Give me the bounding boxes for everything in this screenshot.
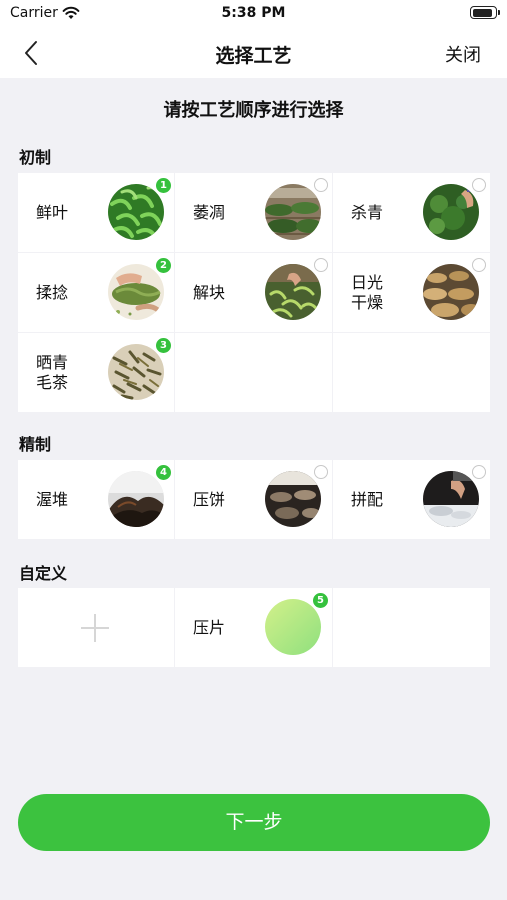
battery-icon (470, 6, 500, 19)
navigation-bar: 选择工艺 关闭 (0, 28, 507, 78)
clock: 5:38 PM (221, 5, 286, 21)
selection-order-badge: 3 (156, 338, 171, 353)
sun-drying-photo (423, 264, 479, 320)
process-item-fixing[interactable]: 杀青 (333, 173, 490, 252)
process-item-label: 渥堆 (36, 489, 69, 509)
empty-cell (175, 333, 332, 412)
pile-fermentation-photo (108, 471, 164, 527)
process-grid-refined: 渥堆 4 压饼 拼配 (18, 460, 490, 539)
process-item-sun-drying[interactable]: 日光干燥 (333, 253, 490, 332)
process-item-label: 杀青 (351, 202, 384, 222)
process-item-label: 晒青毛茶 (36, 352, 69, 392)
process-item-sun-dried-tea[interactable]: 晒青毛茶 3 (18, 333, 174, 412)
process-item-pile-fermentation[interactable]: 渥堆 4 (18, 460, 174, 539)
plus-icon (81, 614, 109, 642)
fresh-leaf-photo (108, 184, 164, 240)
process-item-label: 压饼 (193, 489, 226, 509)
process-item-label: 拼配 (351, 489, 384, 509)
section-label-refined: 精制 (19, 435, 52, 454)
page-title: 选择工艺 (215, 45, 292, 67)
selection-radio[interactable] (472, 178, 486, 192)
selection-radio[interactable] (472, 465, 486, 479)
selection-radio[interactable] (472, 258, 486, 272)
section-label-primary: 初制 (19, 148, 52, 167)
process-item-deblocking[interactable]: 解块 (175, 253, 332, 332)
custom-process-placeholder (265, 599, 321, 655)
selection-order-badge: 1 (156, 178, 171, 193)
withering-photo (265, 184, 321, 240)
process-item-label: 解块 (193, 282, 226, 302)
process-item-tablet-pressing[interactable]: 压片 5 (175, 588, 332, 667)
status-bar: Carrier 5:38 PM (0, 0, 507, 28)
process-item-label: 日光干燥 (351, 272, 384, 312)
cake-pressing-photo (265, 471, 321, 527)
process-item-label: 揉捻 (36, 282, 69, 302)
process-item-blending[interactable]: 拼配 (333, 460, 490, 539)
deblocking-photo (265, 264, 321, 320)
close-button[interactable]: 关闭 (445, 41, 481, 67)
selection-radio[interactable] (314, 465, 328, 479)
section-label-custom: 自定义 (19, 564, 68, 583)
process-item-label: 压片 (193, 617, 226, 637)
fixing-photo (423, 184, 479, 240)
selection-radio[interactable] (314, 258, 328, 272)
selection-order-badge: 5 (313, 593, 328, 608)
process-item-rolling[interactable]: 揉捻 2 (18, 253, 174, 332)
selection-radio[interactable] (314, 178, 328, 192)
sun-dried-tea-photo (108, 344, 164, 400)
selection-order-badge: 4 (156, 465, 171, 480)
empty-cell (333, 333, 490, 412)
add-custom-process-button[interactable] (18, 588, 174, 667)
process-item-cake-pressing[interactable]: 压饼 (175, 460, 332, 539)
process-grid-primary: 鲜叶 1 萎凋 杀青 揉捻 2 解块 日光干燥 晒青毛茶 3 (18, 173, 490, 412)
selection-order-badge: 2 (156, 258, 171, 273)
process-item-label: 萎凋 (193, 202, 226, 222)
instruction-text: 请按工艺顺序进行选择 (163, 100, 344, 121)
next-step-button[interactable]: 下一步 (18, 794, 490, 851)
process-item-withering[interactable]: 萎凋 (175, 173, 332, 252)
empty-cell (333, 588, 490, 667)
process-item-fresh-leaf[interactable]: 鲜叶 1 (18, 173, 174, 252)
blending-photo (423, 471, 479, 527)
rolling-photo (108, 264, 164, 320)
process-item-label: 鲜叶 (36, 202, 69, 222)
process-grid-custom: 压片 5 (18, 588, 490, 667)
